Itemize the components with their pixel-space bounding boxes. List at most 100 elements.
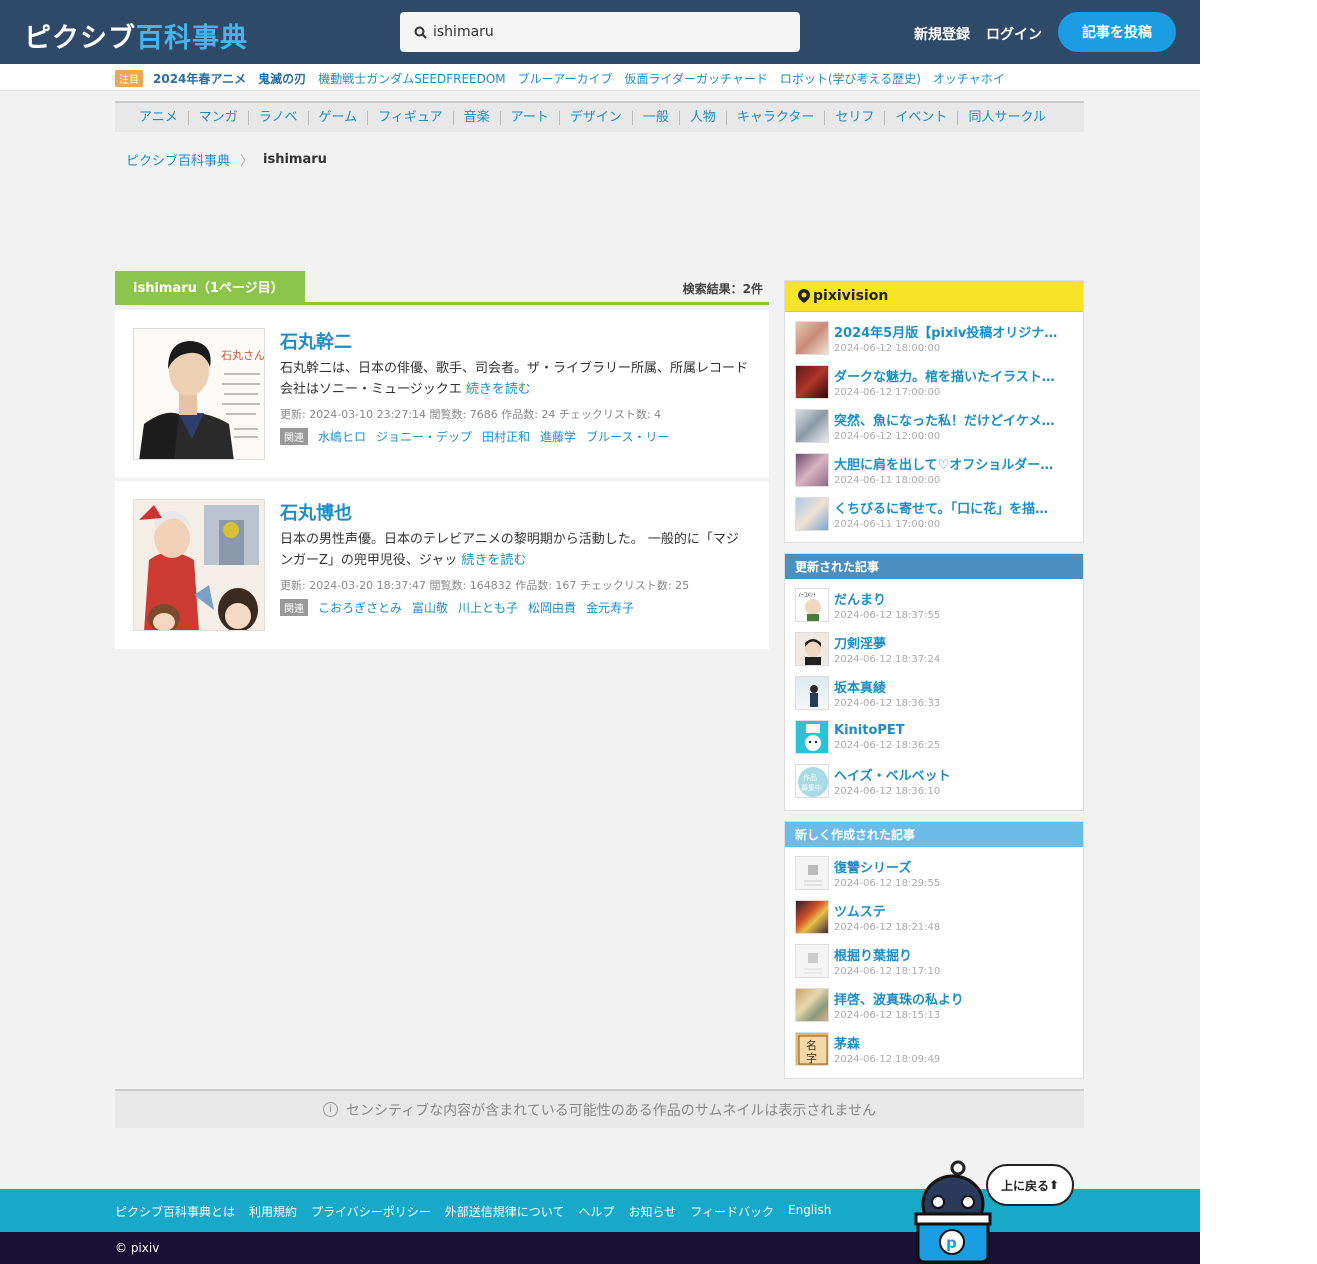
created-item[interactable]: 拝啓、波真珠の私より 2024-06-12 18:15:13 [795, 983, 1073, 1027]
category-link[interactable]: ゲーム [309, 110, 369, 125]
name-placeholder-icon: 名字 [798, 1035, 828, 1065]
search-input[interactable] [433, 24, 773, 40]
article-title: 刀剣淫夢 [834, 637, 887, 652]
placeholder-icon: 作品募集中 [798, 767, 828, 797]
trending-item[interactable]: 仮面ライダーガッチャード [624, 70, 767, 87]
svg-text:作品: 作品 [803, 773, 817, 782]
trending-item[interactable]: 鬼滅の刃 [258, 70, 306, 87]
article-thumbnail [795, 632, 829, 666]
article-date: 2024-06-12 12:00:00 [834, 431, 941, 442]
updated-articles-box: 更新された記事 ﾉｰｺﾒﾝﾄ だんまり 2024-06-12 18:37:55 刀… [784, 553, 1084, 811]
footer-link[interactable]: 利用規約 [249, 1203, 297, 1220]
pixivision-item[interactable]: 2024年5月版【pixiv投稿オリジナ… 2024-06-12 18:00:00 [795, 316, 1073, 360]
svg-text:字: 字 [806, 1051, 817, 1065]
category-link[interactable]: キャラクター [727, 110, 826, 125]
category-link[interactable]: 人物 [680, 110, 727, 125]
created-item[interactable]: ツムステ 2024-06-12 18:21:48 [795, 895, 1073, 939]
article-thumbnail: ﾉｰｺﾒﾝﾄ [795, 588, 829, 622]
search-box[interactable] [400, 12, 800, 52]
created-item[interactable]: 根掘り葉掘り 2024-06-12 18:17:10 [795, 939, 1073, 983]
read-more-link[interactable]: 続きを読む [461, 553, 526, 568]
trending-badge: 注目 [115, 70, 143, 87]
created-item[interactable]: 復讐シリーズ 2024-06-12 18:29:55 [795, 851, 1073, 895]
breadcrumb: ピクシブ百科事典 〉 ishimaru [126, 150, 327, 169]
category-link[interactable]: 音楽 [454, 110, 501, 125]
pixivision-item[interactable]: くちびるに寄せて。「口に花」を描… 2024-06-11 17:00:00 [795, 492, 1073, 536]
result-title[interactable]: 石丸幹二 [280, 328, 352, 354]
category-link[interactable]: デザイン [560, 110, 633, 125]
related-link[interactable]: 川上とも子 [458, 599, 518, 616]
article-thumbnail: 名字 [795, 1032, 829, 1066]
result-thumbnail[interactable] [133, 499, 265, 631]
article-date: 2024-06-12 18:37:24 [834, 654, 941, 665]
article-date: 2024-06-12 18:36:25 [834, 740, 941, 751]
footer-link[interactable]: 外部送信規律について [445, 1203, 565, 1220]
updated-item[interactable]: 坂本真綾 2024-06-12 18:36:33 [795, 671, 1073, 715]
footer-link[interactable]: プライバシーポリシー [311, 1203, 431, 1220]
right-margin [1200, 0, 1317, 1264]
updated-item[interactable]: 刀剣淫夢 2024-06-12 18:37:24 [795, 627, 1073, 671]
category-link[interactable]: セリフ [825, 110, 886, 125]
trending-item[interactable]: オッチャホイ [933, 70, 1005, 87]
related-link[interactable]: 松岡由貴 [528, 599, 576, 616]
result-thumbnail[interactable]: 石丸さん [133, 328, 265, 460]
updated-item[interactable]: 作品 募集中 ヘイズ・ベルベット 2024-06-12 18:36:10 [795, 759, 1073, 803]
related-link[interactable]: 田村正和 [482, 428, 530, 445]
result-description: 石丸幹二は、日本の俳優、歌手、司会者。ザ・ライブラリー所属、所属レコード会社はソ… [280, 358, 750, 400]
category-link[interactable]: 同人サークル [958, 110, 1056, 125]
pixivision-item[interactable]: ダークな魅力。棺を描いたイラスト… 2024-06-12 17:00:00 [795, 360, 1073, 404]
trending-item[interactable]: ブルーアーカイブ [518, 70, 613, 87]
category-link[interactable]: アニメ [129, 110, 189, 125]
trending-bar: 注目 2024年春アニメ 鬼滅の刃 機動戦士ガンダムSEEDFREEDOM ブル… [0, 64, 1200, 91]
pixivision-item[interactable]: 突然、魚になった私！だけどイケメ… 2024-06-12 12:00:00 [795, 404, 1073, 448]
article-thumbnail [795, 900, 829, 934]
article-title: 茅森 [834, 1037, 861, 1052]
result-title[interactable]: 石丸博也 [280, 499, 352, 525]
category-link[interactable]: ラノベ [249, 110, 309, 125]
category-link[interactable]: 一般 [633, 110, 680, 125]
mascot-back-to-top[interactable]: p [908, 1160, 998, 1264]
trending-item[interactable]: 機動戦士ガンダムSEEDFREEDOM [318, 70, 505, 87]
related-link[interactable]: 水嶋ヒロ [318, 428, 366, 445]
results-count: 検索結果：2件 [682, 282, 763, 296]
category-nav: アニメ マンガ ラノベ ゲーム フィギュア 音楽 アート デザイン 一般 人物 … [115, 101, 1084, 132]
updated-item[interactable]: KinitoPET 2024-06-12 18:36:25 [795, 715, 1073, 759]
updated-item[interactable]: ﾉｰｺﾒﾝﾄ だんまり 2024-06-12 18:37:55 [795, 583, 1073, 627]
related-link[interactable]: こおろぎさとみ [318, 599, 402, 616]
results-tab: ishimaru（1ページ目） [115, 271, 305, 302]
related-link[interactable]: ジョニー・デップ [376, 428, 472, 445]
pixivision-header[interactable]: pixivision [785, 281, 1083, 312]
post-article-button[interactable]: 記事を投稿 [1058, 12, 1176, 52]
site-logo[interactable]: ピクシブ百科事典 [24, 16, 248, 55]
category-link[interactable]: イベント [885, 110, 959, 125]
related-badge: 関連 [280, 599, 308, 616]
footer-link[interactable]: ピクシブ百科事典とは [115, 1203, 235, 1220]
updated-list: ﾉｰｺﾒﾝﾄ だんまり 2024-06-12 18:37:55 刀剣淫夢 2024-… [785, 579, 1083, 809]
created-item[interactable]: 名字 茅森 2024-06-12 18:09:49 [795, 1027, 1073, 1071]
footer-link[interactable]: ヘルプ [578, 1203, 614, 1220]
related-link[interactable]: 富山敬 [412, 599, 448, 616]
related-link[interactable]: 金元寿子 [586, 599, 634, 616]
svg-text:石丸さん: 石丸さん [221, 349, 265, 362]
category-link[interactable]: フィギュア [368, 110, 454, 125]
category-link[interactable]: マンガ [189, 110, 249, 125]
category-link[interactable]: アート [501, 110, 560, 125]
breadcrumb-home[interactable]: ピクシブ百科事典 [126, 150, 230, 169]
related-link[interactable]: 進藤学 [540, 428, 576, 445]
back-to-top-button[interactable]: 上に戻る ⬆ [986, 1164, 1074, 1206]
login-link[interactable]: ログイン [986, 24, 1042, 44]
article-title: ヘイズ・ベルベット [834, 769, 951, 784]
trending-item[interactable]: ロボット(学び考える歴史) [780, 70, 921, 87]
read-more-link[interactable]: 続きを読む [466, 382, 531, 397]
signup-link[interactable]: 新規登録 [914, 24, 970, 44]
article-thumbnail [795, 453, 829, 487]
trending-item[interactable]: 2024年春アニメ [153, 70, 246, 87]
article-date: 2024-06-12 18:37:55 [834, 610, 941, 621]
pixivision-item[interactable]: 大胆に肩を出して♡オフショルダー… 2024-06-11 18:00:00 [795, 448, 1073, 492]
footer-link[interactable]: フィードバック [690, 1203, 774, 1220]
article-title: だんまり [834, 593, 887, 608]
footer-link[interactable]: English [788, 1203, 831, 1220]
related-link[interactable]: ブルース・リー [586, 428, 669, 445]
result-card: 石丸さん 石丸幹二 石丸幹二は、日本の俳優、歌手、司会者。ザ・ライブラリー所属、… [115, 310, 769, 478]
footer-link[interactable]: お知らせ [628, 1203, 676, 1220]
